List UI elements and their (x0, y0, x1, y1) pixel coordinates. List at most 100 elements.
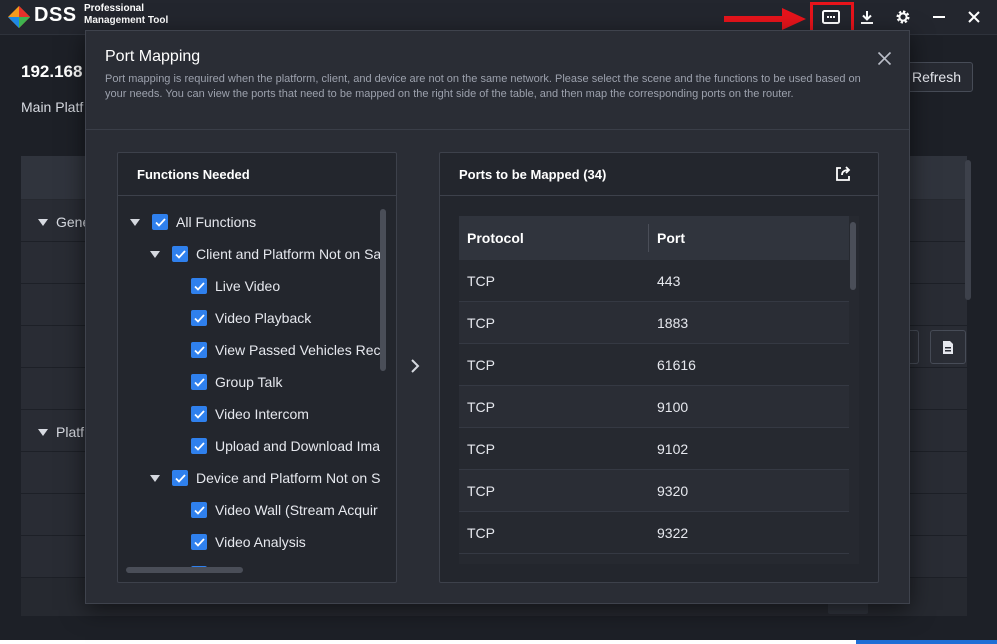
dialog-divider (86, 129, 909, 130)
download-icon (861, 10, 873, 24)
ports-panel-title: Ports to be Mapped (34) (440, 153, 878, 196)
table-header: Protocol Port (459, 216, 849, 260)
check-icon (193, 281, 205, 291)
checkbox-checked[interactable] (191, 502, 207, 518)
refresh-button[interactable]: Refresh (900, 62, 973, 92)
dialog-close-button[interactable] (874, 48, 894, 68)
minimize-button[interactable] (925, 4, 953, 30)
ports-table-scrollbar[interactable] (850, 222, 856, 290)
tree-item-label: Client and Platform Not on Sa (196, 246, 380, 262)
caret-down-icon[interactable] (150, 474, 160, 482)
protocol-cell: TCP (467, 441, 495, 457)
caret-down-icon (38, 428, 48, 436)
tree-item-view-passed-vehicles[interactable]: View Passed Vehicles Reco (191, 334, 380, 366)
checkbox-checked[interactable] (172, 246, 188, 262)
highlight-annotation-box (810, 2, 854, 33)
tree-item-video-analysis[interactable]: Video Analysis (191, 526, 306, 558)
tree-item-partial[interactable] (191, 558, 215, 567)
close-window-button[interactable] (960, 4, 988, 30)
table-row: TCP 9320 (459, 470, 849, 512)
gear-icon (896, 10, 910, 24)
table-row: TCP 1883 (459, 302, 849, 344)
close-icon (968, 11, 980, 23)
protocol-cell: TCP (467, 483, 495, 499)
ports-table: Protocol Port TCP 443 TCP 1883 TCP 61616… (459, 216, 859, 564)
settings-button[interactable] (889, 4, 917, 30)
check-icon (193, 409, 205, 419)
tree-item-live-video[interactable]: Live Video (191, 270, 280, 302)
document-icon (943, 340, 953, 354)
check-icon (193, 345, 205, 355)
functions-horizontal-scrollbar[interactable] (126, 567, 243, 573)
background-scrollbar[interactable] (965, 160, 971, 300)
download-button[interactable] (853, 4, 881, 30)
functions-vertical-scrollbar[interactable] (380, 209, 386, 371)
checkbox-checked[interactable] (191, 534, 207, 550)
protocol-cell: TCP (467, 357, 495, 373)
caret-down-icon[interactable] (130, 218, 140, 226)
ports-panel: Ports to be Mapped (34) Protocol Port TC… (439, 152, 879, 583)
checkbox-checked[interactable] (191, 438, 207, 454)
footer-bar (0, 640, 997, 644)
table-row: TCP 9100 (459, 386, 849, 428)
general-section[interactable]: Gene (38, 214, 90, 230)
checkbox-checked[interactable] (191, 278, 207, 294)
caret-down-icon (38, 218, 48, 226)
checkbox-checked[interactable] (191, 310, 207, 326)
protocol-cell: TCP (467, 525, 495, 541)
tree-item-label: Video Intercom (215, 406, 309, 422)
protocol-cell: TCP (467, 273, 495, 289)
tree-item-label: Live Video (215, 278, 281, 294)
column-header-port: Port (657, 230, 685, 246)
checkbox-checked[interactable] (191, 342, 207, 358)
tree-item-label: Video Analysis (215, 534, 306, 550)
platform-section[interactable]: Platf (38, 424, 84, 440)
brand-subtitle: Professional Management Tool (84, 3, 169, 26)
tree-item-label: Group Talk (215, 374, 283, 390)
tree-item-label: All Functions (176, 214, 257, 230)
functions-panel: Functions Needed All Functions Client an… (117, 152, 397, 583)
check-icon (174, 249, 186, 259)
column-divider (648, 224, 649, 252)
check-icon (193, 313, 205, 323)
export-icon[interactable] (835, 166, 851, 182)
platform-section-label: Platf (56, 424, 85, 440)
document-button[interactable] (930, 330, 966, 364)
tree-item-device-platform[interactable]: Device and Platform Not on S (150, 462, 380, 494)
port-mapping-dialog: Port Mapping Port mapping is required wh… (85, 30, 910, 604)
check-icon (193, 505, 205, 515)
dss-logo-icon (8, 6, 30, 28)
tree-item-video-intercom[interactable]: Video Intercom (191, 398, 309, 430)
tree-item-upload-download-images[interactable]: Upload and Download Ima (191, 430, 380, 462)
tree-item-all-functions[interactable]: All Functions (130, 206, 256, 238)
chevron-right-icon (411, 359, 420, 373)
tree-item-client-platform[interactable]: Client and Platform Not on Sa (150, 238, 380, 270)
tree-item-label: View Passed Vehicles Reco (215, 342, 380, 358)
check-icon (193, 537, 205, 547)
tree-item-label: Video Wall (Stream Acquir (215, 502, 378, 518)
red-arrow-annotation-icon (724, 8, 806, 30)
minimize-icon (933, 16, 945, 18)
checkbox-checked[interactable] (191, 374, 207, 390)
close-icon (877, 51, 891, 65)
platform-ip: 192.168 (21, 62, 83, 81)
tree-item-group-talk[interactable]: Group Talk (191, 366, 282, 398)
tree-item-video-playback[interactable]: Video Playback (191, 302, 311, 334)
port-cell: 61616 (657, 357, 696, 373)
tree-item-video-wall[interactable]: Video Wall (Stream Acquir (191, 494, 378, 526)
checkbox-checked[interactable] (191, 406, 207, 422)
table-row: TCP 9102 (459, 428, 849, 470)
checkbox-checked[interactable] (152, 214, 168, 230)
check-icon (154, 217, 166, 227)
caret-down-icon[interactable] (150, 250, 160, 258)
port-cell: 1883 (657, 315, 689, 331)
check-icon (193, 441, 205, 451)
table-row: TCP 443 (459, 260, 849, 302)
functions-panel-title: Functions Needed (118, 153, 396, 196)
main-platform-label: Main Platf (21, 99, 84, 115)
functions-tree: All Functions Client and Platform Not on… (118, 197, 380, 567)
table-row: TCP 9322 (459, 512, 849, 554)
checkbox-checked[interactable] (172, 470, 188, 486)
port-cell: 9100 (657, 399, 689, 415)
tree-item-label: Device and Platform Not on S (196, 470, 380, 486)
